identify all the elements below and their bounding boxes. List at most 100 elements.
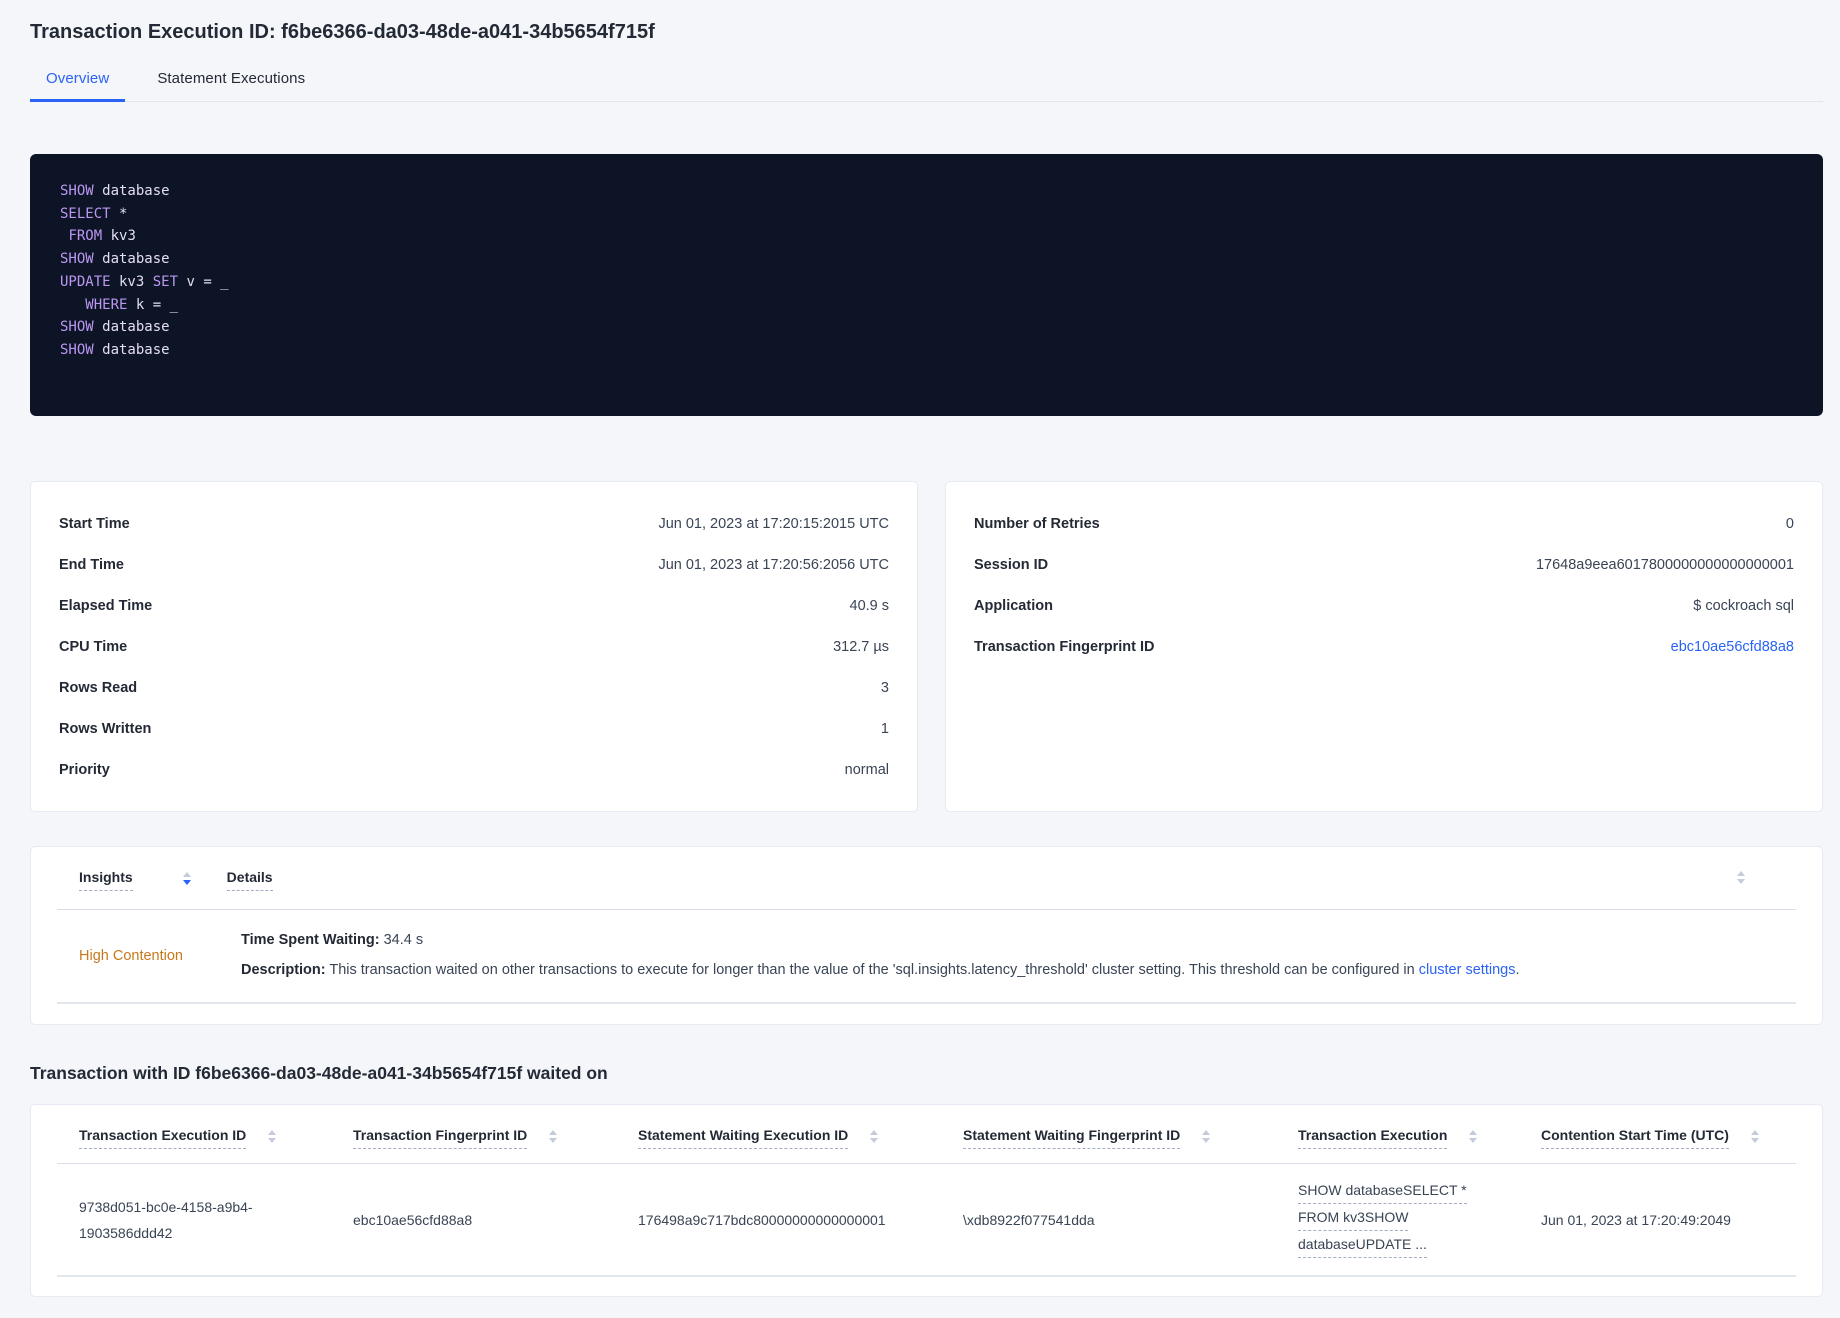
sort-down-arrow <box>1750 1138 1759 1143</box>
session-summary-card: Number of Retries 0 Session ID 17648a9eea60… <box>945 481 1823 812</box>
cluster-settings-link[interactable]: cluster settings <box>1419 962 1516 978</box>
sort-down-arrow <box>549 1138 558 1143</box>
details-column-header[interactable]: Details <box>226 869 273 891</box>
sql-line: SHOW database <box>60 180 1793 203</box>
summary-value: 3 <box>880 679 889 696</box>
sort-icon[interactable] <box>1737 871 1745 884</box>
summary-label: CPU Time <box>59 638 128 655</box>
sql-keyword: UPDATE <box>60 273 111 290</box>
transaction-execution-link[interactable]: FROM kv3SHOW <box>1298 1209 1409 1231</box>
column-header: Transaction Execution ID <box>57 1127 331 1149</box>
sql-text: kv3 <box>110 273 153 290</box>
summary-label: Number of Retries <box>974 515 1100 532</box>
cell-statement-waiting-fingerprint-id: \xdb8922f077541dda <box>963 1211 1095 1228</box>
summary-value: 40.9 s <box>849 597 890 614</box>
execution-summary-card: Start Time Jun 01, 2023 at 17:20:15:2015 … <box>30 481 918 812</box>
summary-row: Rows Written 1 <box>59 708 889 749</box>
sort-down-arrow <box>268 1138 277 1143</box>
summary-row: Number of Retries 0 <box>974 503 1794 544</box>
sort-down-arrow <box>1469 1138 1478 1143</box>
summary-label: Elapsed Time <box>59 597 153 614</box>
insights-card: Insights Details High Contention Time Sp… <box>30 846 1823 1025</box>
sort-icon[interactable] <box>549 1130 558 1143</box>
transaction-fingerprint-link[interactable]: ebc10ae56cfd88a8 <box>1671 639 1794 655</box>
sort-up-arrow <box>549 1130 558 1135</box>
sort-up-arrow <box>870 1130 879 1135</box>
cell-transaction-fingerprint-id: ebc10ae56cfd88a8 <box>353 1211 473 1228</box>
insight-details: Time Spent Waiting: 34.4 s Description: … <box>241 910 1796 1002</box>
sql-text: v = _ <box>178 273 229 290</box>
column-header-label[interactable]: Contention Start Time (UTC) <box>1541 1127 1729 1149</box>
summary-value: Jun 01, 2023 at 17:20:15:2015 UTC <box>658 515 889 532</box>
insights-column-header[interactable]: Insights <box>79 869 133 891</box>
sort-icon[interactable] <box>1750 1130 1759 1143</box>
summary-row: Session ID 17648a9eea60178000000000000000… <box>974 544 1794 585</box>
summary-row: Application $ cockroach sql <box>974 585 1794 626</box>
table-row: 9738d051-bc0e-4158-a9b4-1903586ddd42 ebc1… <box>57 1164 1796 1277</box>
sql-line: SHOW database <box>60 248 1793 271</box>
sql-keyword: SET <box>152 273 179 290</box>
column-header-label[interactable]: Statement Waiting Execution ID <box>638 1127 849 1149</box>
sort-up-arrow <box>1469 1130 1478 1135</box>
time-spent-waiting: Time Spent Waiting: 34.4 s <box>241 932 424 948</box>
sql-keyword: FROM <box>68 228 103 245</box>
sql-line: FROM kv3 <box>60 225 1793 248</box>
sql-keyword: SHOW <box>60 183 94 199</box>
sql-line: SHOW database <box>60 339 1793 362</box>
column-header-label[interactable]: Transaction Fingerprint ID <box>353 1127 528 1149</box>
summary-value: 1 <box>880 720 889 737</box>
sql-text: database <box>93 319 170 336</box>
sort-icon[interactable] <box>182 872 191 885</box>
summary-value: 312.7 µs <box>833 638 889 655</box>
summary-label: Priority <box>59 761 110 778</box>
insight-type-badge: High Contention <box>79 948 183 964</box>
summary-value: 17648a9eea6017800000000000000001 <box>1535 556 1794 573</box>
sort-down-arrow <box>1202 1138 1211 1143</box>
column-header-label[interactable]: Transaction Execution <box>1298 1127 1448 1149</box>
sql-text: database <box>93 183 170 199</box>
sort-icon[interactable] <box>870 1130 879 1143</box>
transaction-execution-link[interactable]: SHOW databaseSELECT * <box>1298 1182 1467 1204</box>
sort-icon[interactable] <box>1202 1130 1211 1143</box>
sql-statements-box: SHOW database SELECT * FROM kv3 SHOW datab… <box>30 154 1823 416</box>
tab-statement-executions[interactable]: Statement Executions <box>141 60 321 102</box>
summary-cards: Start Time Jun 01, 2023 at 17:20:15:2015 … <box>30 481 1823 812</box>
summary-row: Priority normal <box>59 749 889 790</box>
summary-value: normal <box>844 761 889 778</box>
sql-text: kv3 <box>102 228 136 245</box>
column-header: Statement Waiting Execution ID <box>616 1127 941 1149</box>
sort-icon[interactable] <box>1469 1130 1478 1143</box>
sort-up-arrow <box>1750 1130 1759 1135</box>
summary-label: Start Time <box>59 515 130 532</box>
summary-value: 0 <box>1785 515 1794 532</box>
cell-contention-start-time: Jun 01, 2023 at 17:20:49:2049 <box>1541 1211 1731 1228</box>
column-header: Contention Start Time (UTC) <box>1519 1127 1796 1149</box>
sql-keyword: SHOW <box>60 341 94 358</box>
summary-row: Transaction Fingerprint ID ebc10ae56cfd88… <box>974 626 1794 667</box>
summary-row: CPU Time 312.7 µs <box>59 626 889 667</box>
column-header-label[interactable]: Transaction Execution ID <box>79 1127 247 1149</box>
summary-label: Application <box>974 597 1053 614</box>
insight-description: Description: This transaction waited on … <box>241 962 1520 978</box>
tab-overview[interactable]: Overview <box>30 60 126 102</box>
sql-text: database <box>93 251 170 268</box>
insight-row: High Contention Time Spent Waiting: 34.4… <box>57 910 1796 1004</box>
sql-text: k = _ <box>127 296 179 313</box>
summary-value: $ cockroach sql <box>1693 597 1794 614</box>
sql-text: database <box>93 341 170 358</box>
summary-label: Rows Written <box>59 720 152 737</box>
transaction-execution-link[interactable]: databaseUPDATE ... <box>1298 1236 1427 1258</box>
summary-row: Elapsed Time 40.9 s <box>59 585 889 626</box>
sort-icon[interactable] <box>268 1130 277 1143</box>
sql-keyword: WHERE <box>85 296 128 313</box>
summary-label: Transaction Fingerprint ID <box>974 638 1155 655</box>
waited-on-table-card: Transaction Execution ID Transaction Fing… <box>30 1104 1823 1297</box>
transaction-details-page: Transaction Execution ID: f6be6366-da03-… <box>0 0 1840 1297</box>
summary-value: Jun 01, 2023 at 17:20:56:2056 UTC <box>658 556 889 573</box>
cell-statement-waiting-execution-id: 176498a9c717bdc80000000000000001 <box>638 1211 886 1228</box>
sql-keyword: SHOW <box>60 319 94 336</box>
column-header-label[interactable]: Statement Waiting Fingerprint ID <box>963 1127 1181 1149</box>
waited-on-table-header: Transaction Execution ID Transaction Fing… <box>57 1105 1796 1164</box>
cell-transaction-execution-id: 9738d051-bc0e-4158-a9b4-1903586ddd42 <box>79 1198 253 1241</box>
sort-up-arrow <box>1202 1130 1211 1135</box>
